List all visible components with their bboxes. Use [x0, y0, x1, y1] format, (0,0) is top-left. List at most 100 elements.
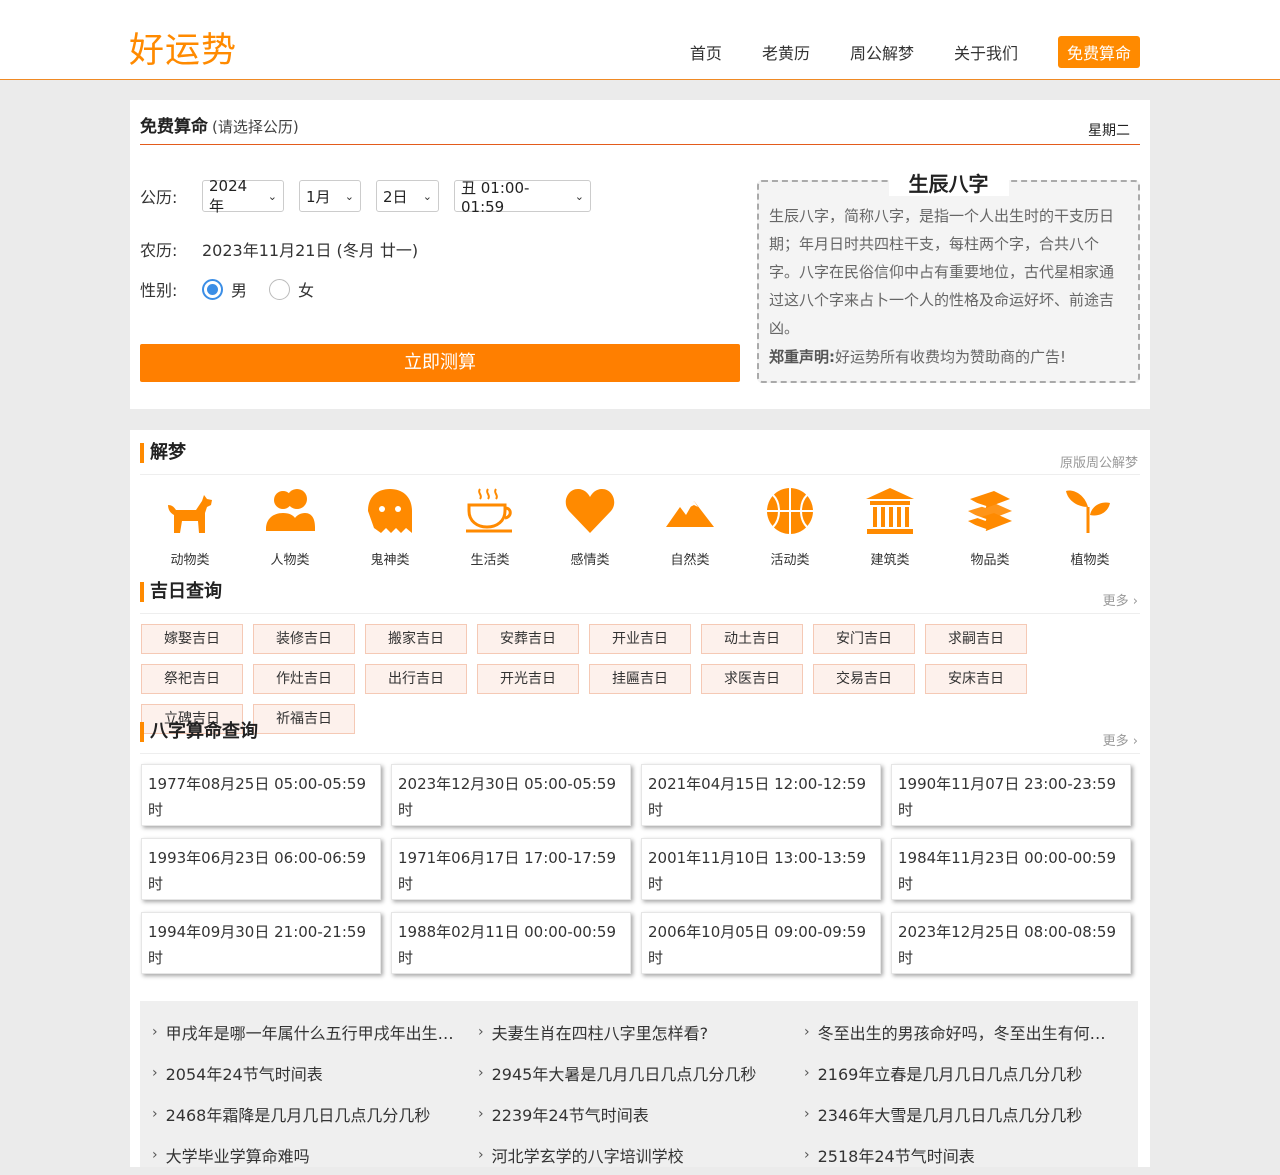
bazi-card[interactable]: 2021年04月15日 12:00-12:59时	[641, 764, 881, 826]
bazi-section-title: 八字算命查询	[140, 722, 258, 742]
nav-about[interactable]: 关于我们	[954, 40, 1018, 64]
bazi-card[interactable]: 2001年11月10日 13:00-13:59时	[641, 838, 881, 900]
article-link[interactable]: › 甲戌年是哪一年属什么五行甲戌年出生的人是什么命	[152, 1011, 478, 1052]
nav-home[interactable]: 首页	[690, 40, 722, 64]
jiri-tag[interactable]: 出行吉日	[365, 664, 467, 694]
content-panel: 解梦 原版周公解梦 动物类 人物类 鬼神类 生活类 感情类 自然类 活动类 建筑…	[130, 430, 1150, 1167]
calculate-now-button[interactable]: 立即测算	[140, 344, 740, 382]
dream-category-animal[interactable]: 动物类	[140, 485, 240, 568]
dream-category-nature[interactable]: 自然类	[640, 485, 740, 568]
chevron-right-icon: ›	[804, 1064, 810, 1081]
chevron-down-icon: ⌄	[267, 189, 277, 203]
bazi-card[interactable]: 1990年11月07日 23:00-23:59时	[891, 764, 1131, 826]
article-link[interactable]: › 2169年立春是几月几日几点几分几秒	[804, 1052, 1130, 1093]
day-select[interactable]: 2日 ⌄	[376, 180, 439, 212]
bazi-card[interactable]: 1971年06月17日 17:00-17:59时	[391, 838, 631, 900]
jiri-section-title: 吉日查询	[140, 582, 222, 602]
chevron-right-icon: ›	[152, 1105, 158, 1122]
jiri-tag[interactable]: 安葬吉日	[477, 624, 579, 654]
dream-category-object[interactable]: 物品类	[940, 485, 1040, 568]
dream-section-title: 解梦	[140, 443, 186, 463]
year-select[interactable]: 2024年 ⌄	[202, 177, 284, 215]
heart-icon	[565, 489, 615, 533]
dream-category-label: 动物类	[170, 553, 210, 568]
jiri-tag[interactable]: 祭祀吉日	[141, 664, 243, 694]
hour-select[interactable]: 丑 01:00-01:59 ⌄	[454, 179, 591, 216]
info-title: 生辰八字	[759, 168, 1138, 197]
jiri-tag[interactable]: 作灶吉日	[253, 664, 355, 694]
site-logo[interactable]: 好运势	[129, 22, 237, 73]
article-title: 甲戌年是哪一年属什么五行甲戌年出生的人是什么命	[165, 1023, 462, 1043]
dream-category-label: 物品类	[970, 553, 1010, 568]
jiri-tags: 嫁娶吉日 装修吉日 搬家吉日 安葬吉日 开业吉日 动土吉日 安门吉日 求嗣吉日 …	[140, 624, 1140, 744]
bazi-card[interactable]: 1988年02月11日 00:00-00:59时	[391, 912, 631, 974]
male-label[interactable]: 男	[231, 277, 247, 301]
dream-category-building[interactable]: 建筑类	[840, 485, 940, 568]
dream-category-activity[interactable]: 活动类	[740, 485, 840, 568]
dream-category-emotion[interactable]: 感情类	[540, 485, 640, 568]
article-link[interactable]: › 2346年大雪是几月几日几点几分几秒	[804, 1093, 1130, 1134]
nav-free-fortune-button[interactable]: 免费算命	[1057, 36, 1140, 68]
article-title: 2945年大暑是几月几日几点几分几秒	[491, 1064, 757, 1084]
jiri-tag[interactable]: 开光吉日	[477, 664, 579, 694]
dream-category-life[interactable]: 生活类	[440, 485, 540, 568]
nav-almanac[interactable]: 老黄历	[762, 40, 810, 64]
bazi-card[interactable]: 1994年09月30日 21:00-21:59时	[141, 912, 381, 974]
bazi-card[interactable]: 2023年12月30日 05:00-05:59时	[391, 764, 631, 826]
jiri-tag[interactable]: 开业吉日	[589, 624, 691, 654]
article-link[interactable]: › 河北学玄学的八字培训学校	[478, 1134, 804, 1175]
jiri-tag[interactable]: 嫁娶吉日	[141, 624, 243, 654]
bazi-card[interactable]: 2023年12月25日 08:00-08:59时	[891, 912, 1131, 974]
jiri-tag[interactable]: 祈福吉日	[253, 704, 355, 734]
jiri-tag[interactable]: 动土吉日	[701, 624, 803, 654]
info-description: 生辰八字，简称八字，是指一个人出生时的干支历日期；年月日时共四柱干支，每柱两个字…	[769, 207, 1115, 337]
male-radio[interactable]	[202, 278, 223, 300]
article-link[interactable]: › 2054年24节气时间表	[152, 1052, 478, 1093]
article-title: 河北学玄学的八字培训学校	[491, 1146, 684, 1166]
bazi-card[interactable]: 1993年06月23日 06:00-06:59时	[141, 838, 381, 900]
books-icon	[968, 491, 1012, 531]
chevron-down-icon: ⌄	[344, 189, 354, 203]
bazi-card[interactable]: 2006年10月05日 09:00-09:59时	[641, 912, 881, 974]
solar-label: 公历:	[140, 188, 178, 207]
chevron-right-icon: ›	[152, 1064, 158, 1081]
jiri-more-link[interactable]: 更多 ›	[1103, 590, 1138, 609]
nav-dream[interactable]: 周公解梦	[850, 40, 914, 64]
bazi-card[interactable]: 1977年08月25日 05:00-05:59时	[141, 764, 381, 826]
jiri-tag[interactable]: 安门吉日	[813, 624, 915, 654]
jiri-tag[interactable]: 交易吉日	[813, 664, 915, 694]
people-icon	[266, 489, 315, 531]
weekday-label: 星期二	[1088, 123, 1130, 139]
plant-icon	[1066, 490, 1110, 533]
article-link[interactable]: › 2239年24节气时间表	[478, 1093, 804, 1134]
dream-category-label: 植物类	[1070, 553, 1110, 568]
female-radio[interactable]	[269, 278, 291, 300]
bazi-more-link[interactable]: 更多 ›	[1103, 730, 1138, 749]
article-link[interactable]: › 2518年24节气时间表	[804, 1134, 1130, 1175]
bazi-info-box: 生辰八字 生辰八字，简称八字，是指一个人出生时的干支历日期；年月日时共四柱干支，…	[757, 172, 1140, 383]
jiri-tag[interactable]: 安床吉日	[925, 664, 1027, 694]
jiri-tag[interactable]: 求嗣吉日	[925, 624, 1027, 654]
chevron-right-icon: ›	[804, 1023, 810, 1040]
bazi-card[interactable]: 1984年11月23日 00:00-00:59时	[891, 838, 1131, 900]
article-link[interactable]: › 夫妻生肖在四柱八字里怎样看?	[478, 1011, 804, 1052]
solar-date-row: 公历: 2024年 ⌄ 1月 ⌄ 2日 ⌄ 丑 01:00-01:59 ⌄	[140, 177, 606, 216]
article-link[interactable]: › 大学毕业学算命难吗	[152, 1134, 478, 1175]
month-select[interactable]: 1月 ⌄	[299, 180, 361, 212]
article-link[interactable]: › 冬至出生的男孩命好吗，冬至出生有何说法	[804, 1011, 1130, 1052]
article-title: 2169年立春是几月几日几点几分几秒	[817, 1064, 1083, 1084]
dream-more-link[interactable]: 原版周公解梦	[1060, 452, 1138, 471]
jiri-tag[interactable]: 挂匾吉日	[589, 664, 691, 694]
article-link[interactable]: › 2468年霜降是几月几日几点几分几秒	[152, 1093, 478, 1134]
jiri-tag[interactable]: 求医吉日	[701, 664, 803, 694]
dream-category-people[interactable]: 人物类	[240, 485, 340, 568]
article-title: 2346年大雪是几月几日几点几分几秒	[817, 1105, 1083, 1125]
dream-category-ghost[interactable]: 鬼神类	[340, 485, 440, 568]
article-link[interactable]: › 2945年大暑是几月几日几点几分几秒	[478, 1052, 804, 1093]
dream-category-plant[interactable]: 植物类	[1040, 485, 1140, 568]
female-label[interactable]: 女	[298, 277, 314, 301]
mountain-icon	[666, 501, 714, 527]
jiri-tag[interactable]: 装修吉日	[253, 624, 355, 654]
jiri-tag[interactable]: 搬家吉日	[365, 624, 467, 654]
site-header: 好运势 首页 老黄历 周公解梦 关于我们 免费算命	[0, 0, 1280, 80]
